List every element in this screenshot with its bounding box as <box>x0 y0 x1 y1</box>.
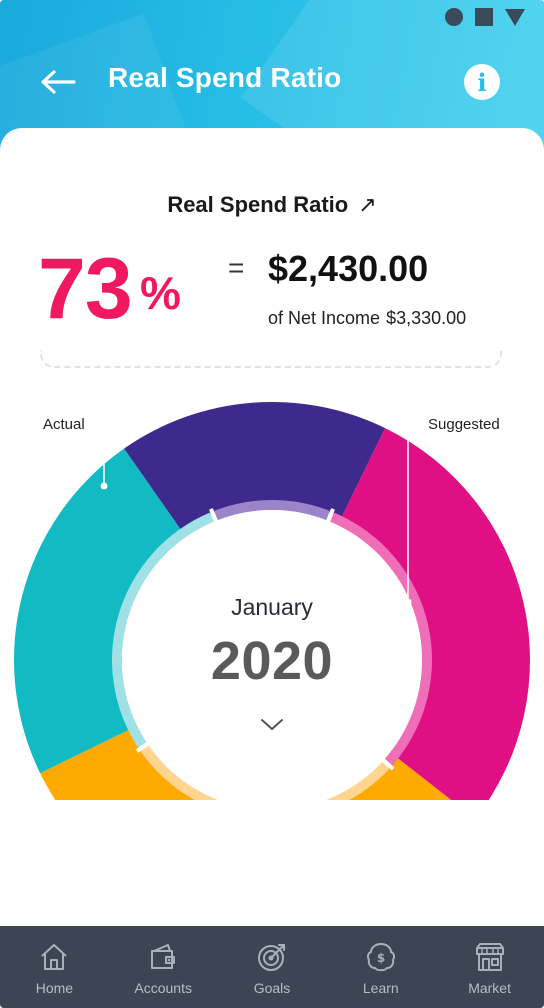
chevron-down-icon <box>261 719 283 730</box>
status-circle-icon <box>445 8 463 26</box>
nav-learn[interactable]: $ Learn <box>326 926 435 1008</box>
app-screen: Real Spend Ratio i Real Spend Ratio ↗ 73 … <box>0 0 544 1008</box>
info-icon: i <box>477 67 487 97</box>
wallet-icon <box>151 944 176 969</box>
target-icon <box>257 944 285 971</box>
actual-marker <box>100 482 108 490</box>
nav-home[interactable]: Home <box>0 926 109 1008</box>
info-button[interactable]: i <box>464 64 500 100</box>
selected-year: 2020 <box>210 631 334 691</box>
nav-accounts-label: Accounts <box>134 980 192 996</box>
nav-market[interactable]: Market <box>435 926 544 1008</box>
nav-goals-label: Goals <box>253 980 291 996</box>
suggested-label: Suggested <box>428 416 500 433</box>
nav-goals[interactable]: Goals <box>218 926 327 1008</box>
period-select-button[interactable] <box>257 710 287 740</box>
brain-dollar-icon: $ <box>366 943 395 972</box>
svg-text:$: $ <box>377 951 385 965</box>
bottom-navigation: Home Accounts Goals $ Learn Market <box>0 926 544 1008</box>
home-icon <box>41 944 68 970</box>
selected-month: January <box>231 594 313 620</box>
nav-home-label: Home <box>35 980 74 996</box>
nav-market-label: Market <box>468 980 511 996</box>
status-bar <box>0 0 544 36</box>
ratio-heading[interactable]: Real Spend Ratio ↗ <box>0 192 544 218</box>
status-triangle-icon <box>505 9 525 26</box>
external-arrow-icon: ↗ <box>358 192 377 217</box>
ratio-heading-text: Real Spend Ratio <box>167 192 349 217</box>
arrow-left-icon <box>41 70 76 94</box>
nav-accounts[interactable]: Accounts <box>109 926 218 1008</box>
page-title: Real Spend Ratio <box>108 62 342 93</box>
store-icon <box>475 943 504 971</box>
nav-learn-label: Learn <box>362 980 399 996</box>
suggested-marker <box>404 598 412 606</box>
status-square-icon <box>475 8 493 26</box>
back-button[interactable] <box>36 60 80 104</box>
actual-label: Actual <box>43 416 85 433</box>
